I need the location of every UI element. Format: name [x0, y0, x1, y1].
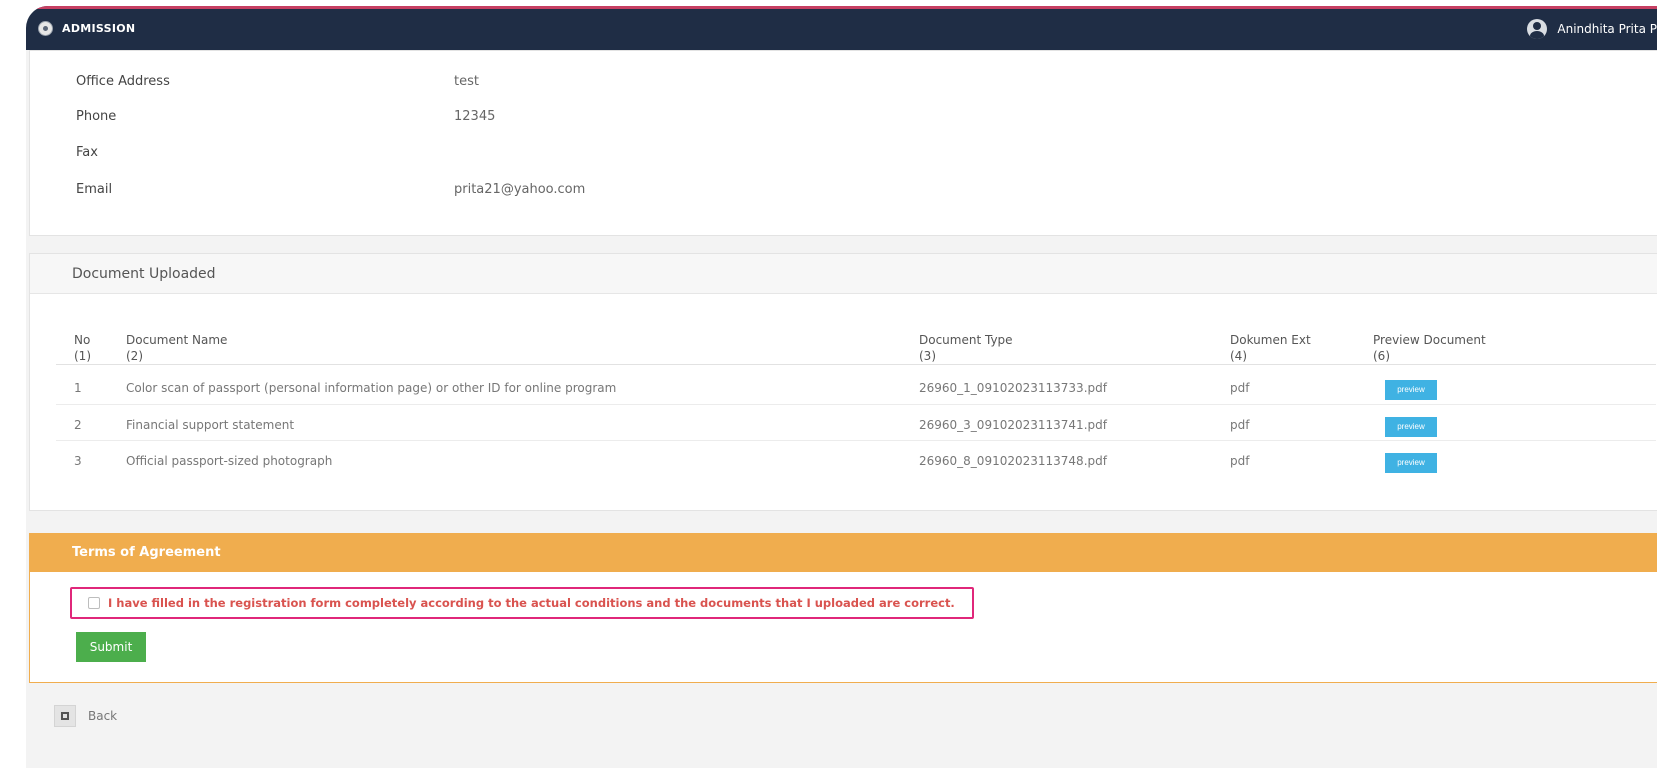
- office-address-label: Office Address: [76, 74, 170, 89]
- column-header-no: No (1): [74, 332, 91, 364]
- app-screen: ADMISSION Anindhita Prita P Office Addre…: [26, 6, 1657, 768]
- column-header-document-ext: Dokumen Ext (4): [1230, 332, 1311, 364]
- column-header-label: Document Type: [919, 333, 1013, 347]
- back-icon[interactable]: [54, 705, 76, 727]
- phone-label: Phone: [76, 109, 117, 124]
- agreement-text[interactable]: I have filled in the registration form c…: [108, 596, 955, 610]
- table-header-divider: [56, 364, 1656, 365]
- row-3-preview-button[interactable]: preview: [1385, 453, 1437, 473]
- back-button[interactable]: Back: [54, 705, 117, 727]
- column-header-document-name: Document Name (2): [126, 332, 227, 364]
- column-header-label: No: [74, 333, 91, 347]
- column-header-label: Document Name: [126, 333, 228, 347]
- phone-value: 12345: [454, 109, 496, 124]
- user-menu[interactable]: Anindhita Prita P: [1527, 19, 1657, 39]
- column-header-index: (1): [74, 349, 91, 363]
- row-2-preview-button[interactable]: preview: [1385, 417, 1437, 437]
- column-header-index: (4): [1230, 349, 1247, 363]
- row-1-document-type: 26960_1_09102023113733.pdf: [919, 381, 1107, 395]
- row-3-document-ext: pdf: [1230, 454, 1250, 468]
- documents-panel: Document Uploaded No (1) Document Name (…: [29, 253, 1657, 511]
- agreement-checkbox[interactable]: [88, 597, 100, 609]
- submit-button[interactable]: Submit: [76, 632, 146, 662]
- row-3-no: 3: [74, 454, 82, 468]
- terms-title: Terms of Agreement: [72, 545, 221, 560]
- documents-panel-header: Document Uploaded: [30, 254, 1657, 294]
- terms-panel-header: Terms of Agreement: [30, 534, 1657, 572]
- column-header-index: (6): [1373, 349, 1390, 363]
- email-value: prita21@yahoo.com: [454, 182, 586, 197]
- column-header-index: (3): [919, 349, 936, 363]
- agreement-highlight[interactable]: I have filled in the registration form c…: [70, 587, 974, 619]
- contact-info-panel: Office Address test Phone 12345 Fax Emai…: [29, 50, 1657, 236]
- row-1-document-ext: pdf: [1230, 381, 1250, 395]
- top-navbar: ADMISSION Anindhita Prita P: [26, 6, 1657, 50]
- email-label: Email: [76, 182, 113, 197]
- row-1-no: 1: [74, 381, 82, 395]
- user-name[interactable]: Anindhita Prita P: [1557, 22, 1657, 36]
- documents-title: Document Uploaded: [72, 266, 216, 282]
- app-title: ADMISSION: [62, 22, 136, 35]
- column-header-preview-document: Preview Document (6): [1373, 332, 1486, 364]
- row-1-document-name: Color scan of passport (personal informa…: [126, 381, 617, 395]
- back-label[interactable]: Back: [88, 709, 117, 723]
- column-header-index: (2): [126, 349, 143, 363]
- column-header-document-type: Document Type (3): [919, 332, 1013, 364]
- user-avatar-icon[interactable]: [1527, 19, 1548, 39]
- office-address-value: test: [454, 74, 479, 89]
- row-divider: [56, 440, 1656, 441]
- row-2-document-type: 26960_3_09102023113741.pdf: [919, 418, 1107, 432]
- university-logo-icon: [38, 21, 53, 36]
- row-2-document-ext: pdf: [1230, 418, 1250, 432]
- column-header-label: Dokumen Ext: [1230, 333, 1311, 347]
- row-2-document-name: Financial support statement: [126, 418, 295, 432]
- row-3-document-type: 26960_8_09102023113748.pdf: [919, 454, 1107, 468]
- fax-label: Fax: [76, 145, 98, 160]
- row-divider: [56, 404, 1656, 405]
- row-2-no: 2: [74, 418, 82, 432]
- terms-panel: Terms of Agreement I have filled in the …: [29, 533, 1657, 683]
- row-1-preview-button[interactable]: preview: [1385, 380, 1437, 400]
- column-header-label: Preview Document: [1373, 333, 1486, 347]
- row-3-document-name: Official passport-sized photograph: [126, 454, 333, 468]
